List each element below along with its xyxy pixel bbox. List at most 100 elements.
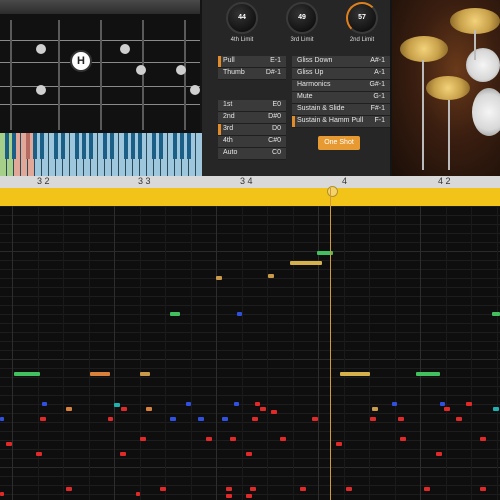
articulation-mute[interactable]: Mute G-1 — [292, 92, 390, 104]
position-auto[interactable]: Auto C0 — [218, 148, 286, 160]
midi-note[interactable] — [226, 487, 232, 491]
midi-note[interactable] — [234, 402, 239, 406]
keyboard-black-key[interactable] — [103, 133, 107, 159]
midi-note[interactable] — [336, 442, 342, 446]
articulation-thumb[interactable]: Thumb D#-1 — [218, 68, 286, 80]
keyboard-black-key[interactable] — [124, 133, 128, 159]
midi-note[interactable] — [90, 372, 110, 376]
midi-note[interactable] — [416, 372, 440, 376]
playhead-line[interactable] — [330, 188, 331, 500]
articulation-gliss-down[interactable]: Gliss Down A#-1 — [292, 56, 390, 68]
midi-note[interactable] — [280, 437, 286, 441]
midi-note[interactable] — [36, 452, 42, 456]
midi-note[interactable] — [108, 417, 113, 421]
position-3rd[interactable]: 3rd D0 — [218, 124, 286, 136]
keyboard-black-key[interactable] — [173, 133, 177, 159]
midi-note[interactable] — [66, 407, 72, 411]
midi-note[interactable] — [480, 487, 486, 491]
midi-note[interactable] — [340, 372, 370, 376]
midi-note[interactable] — [392, 402, 397, 406]
midi-note[interactable] — [492, 312, 500, 316]
knob-4th-limit[interactable]: 44 4th Limit — [222, 2, 262, 43]
keyboard-black-key[interactable] — [159, 133, 163, 159]
midi-note[interactable] — [198, 417, 204, 421]
midi-note[interactable] — [268, 274, 274, 278]
articulation-gliss-up[interactable]: Gliss Up A-1 — [292, 68, 390, 80]
knob-3rd-limit-dial[interactable]: 49 — [286, 2, 318, 34]
midi-note[interactable] — [290, 261, 322, 265]
midi-note[interactable] — [120, 452, 126, 456]
midi-note[interactable] — [186, 402, 191, 406]
piano-roll-grid[interactable] — [0, 206, 500, 500]
knob-2nd-limit[interactable]: 57 2nd Limit — [342, 2, 382, 43]
keyboard-black-key[interactable] — [187, 133, 191, 159]
keyboard-black-key[interactable] — [5, 133, 9, 159]
midi-note[interactable] — [424, 487, 430, 491]
midi-note[interactable] — [14, 372, 40, 376]
mini-keyboard[interactable] — [0, 133, 203, 176]
keyboard-black-key[interactable] — [54, 133, 58, 159]
midi-note[interactable] — [466, 402, 472, 406]
midi-note[interactable] — [246, 494, 252, 498]
keyboard-black-key[interactable] — [89, 133, 93, 159]
midi-note[interactable] — [444, 407, 450, 411]
midi-note[interactable] — [440, 402, 445, 406]
one-shot-button[interactable]: One Shot — [318, 136, 360, 150]
midi-note[interactable] — [250, 487, 256, 491]
articulation-sustain-hamm-pull[interactable]: Sustain & Hamm Pull F-1 — [292, 116, 390, 128]
keyboard-black-key[interactable] — [180, 133, 184, 159]
midi-note[interactable] — [398, 417, 404, 421]
midi-note[interactable] — [146, 407, 152, 411]
midi-note[interactable] — [170, 417, 176, 421]
midi-note[interactable] — [312, 417, 318, 421]
midi-note[interactable] — [300, 487, 306, 491]
midi-note[interactable] — [216, 276, 222, 280]
midi-note[interactable] — [400, 437, 406, 441]
keyboard-black-key[interactable] — [82, 133, 86, 159]
midi-note[interactable] — [0, 492, 4, 496]
articulation-harmonics[interactable]: Harmonics G#-1 — [292, 80, 390, 92]
midi-note[interactable] — [66, 487, 72, 491]
midi-note[interactable] — [246, 452, 252, 456]
fret-position-marker[interactable]: H — [70, 50, 92, 72]
keyboard-black-key[interactable] — [61, 133, 65, 159]
midi-note[interactable] — [140, 372, 150, 376]
midi-note[interactable] — [230, 437, 236, 441]
keyboard-black-key[interactable] — [152, 133, 156, 159]
knob-3rd-limit[interactable]: 49 3rd Limit — [282, 2, 322, 43]
midi-note[interactable] — [346, 487, 352, 491]
midi-note[interactable] — [222, 417, 228, 421]
knob-4th-limit-dial[interactable]: 44 — [226, 2, 258, 34]
keyboard-black-key[interactable] — [138, 133, 142, 159]
midi-note[interactable] — [456, 417, 462, 421]
midi-note[interactable] — [252, 417, 258, 421]
playhead-handle[interactable] — [327, 186, 338, 197]
keyboard-black-key[interactable] — [40, 133, 44, 159]
midi-note[interactable] — [372, 407, 378, 411]
knob-2nd-limit-dial[interactable]: 57 — [346, 2, 378, 34]
midi-note[interactable] — [206, 437, 212, 441]
position-4th[interactable]: 4th C#0 — [218, 136, 286, 148]
position-1st[interactable]: 1st E0 — [218, 100, 286, 112]
midi-note[interactable] — [114, 403, 120, 407]
midi-note[interactable] — [436, 452, 442, 456]
midi-note[interactable] — [226, 494, 232, 498]
midi-note[interactable] — [6, 442, 12, 446]
midi-note[interactable] — [121, 407, 127, 411]
keyboard-black-key[interactable] — [33, 133, 37, 159]
position-2nd[interactable]: 2nd D#0 — [218, 112, 286, 124]
midi-note[interactable] — [160, 487, 166, 491]
keyboard-black-key[interactable] — [26, 133, 30, 159]
midi-note[interactable] — [42, 402, 47, 406]
timeline-ruler[interactable]: 3 2 3 3 3 4 4 4 2 — [0, 176, 500, 188]
midi-note[interactable] — [237, 312, 242, 316]
midi-note[interactable] — [170, 312, 180, 316]
keyboard-black-key[interactable] — [12, 133, 16, 159]
articulation-pull[interactable]: Pull E-1 — [218, 56, 286, 68]
loop-region[interactable] — [0, 188, 500, 206]
keyboard-black-key[interactable] — [110, 133, 114, 159]
keyboard-black-key[interactable] — [131, 133, 135, 159]
keyboard-black-key[interactable] — [75, 133, 79, 159]
midi-note[interactable] — [260, 407, 266, 411]
midi-note[interactable] — [0, 417, 4, 421]
